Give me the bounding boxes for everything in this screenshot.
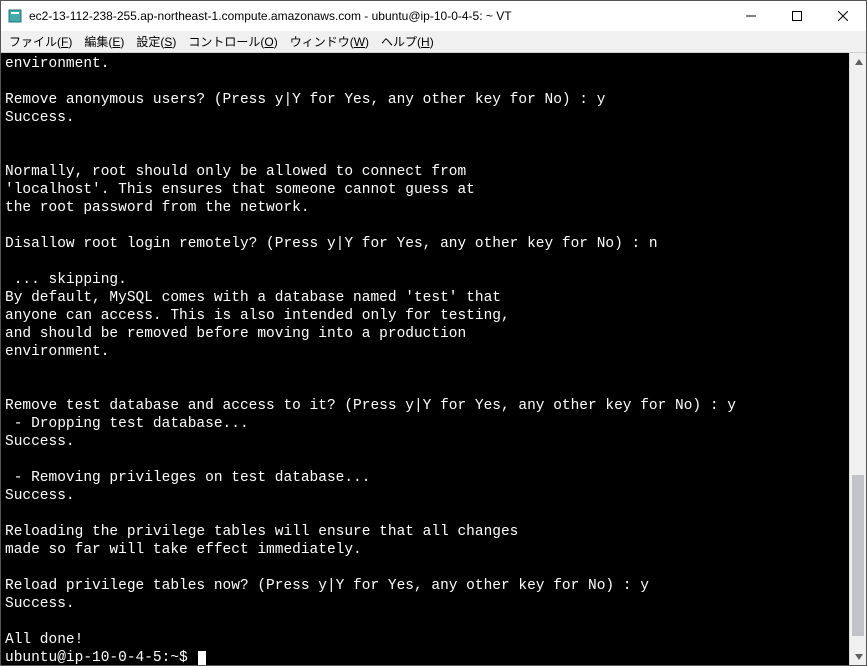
menu-window[interactable]: ウィンドウ(W) [284, 31, 375, 52]
scroll-up-button[interactable] [850, 53, 867, 70]
shell-prompt: ubuntu@ip-10-0-4-5:~$ [5, 650, 196, 665]
app-icon [7, 8, 23, 24]
menu-help[interactable]: ヘルプ(H) [375, 31, 440, 52]
terminal-output: environment. Remove anonymous users? (Pr… [5, 56, 736, 648]
menu-file[interactable]: ファイル(F) [3, 31, 78, 52]
terminal-container: environment. Remove anonymous users? (Pr… [1, 53, 866, 665]
menu-bar: ファイル(F) 編集(E) 設定(S) コントロール(O) ウィンドウ(W) ヘ… [1, 31, 866, 53]
terminal-cursor [198, 651, 206, 665]
close-button[interactable] [820, 1, 866, 31]
window-title: ec2-13-112-238-255.ap-northeast-1.comput… [29, 9, 728, 23]
menu-control[interactable]: コントロール(O) [182, 31, 283, 52]
scroll-track[interactable] [850, 70, 866, 648]
menu-edit[interactable]: 編集(E) [78, 31, 130, 52]
scroll-down-button[interactable] [850, 648, 867, 665]
window-titlebar: ec2-13-112-238-255.ap-northeast-1.comput… [1, 1, 866, 31]
vertical-scrollbar[interactable] [849, 53, 866, 665]
window-controls [728, 1, 866, 31]
terminal[interactable]: environment. Remove anonymous users? (Pr… [1, 53, 849, 665]
scroll-thumb[interactable] [852, 475, 864, 637]
menu-setup[interactable]: 設定(S) [130, 31, 182, 52]
maximize-button[interactable] [774, 1, 820, 31]
minimize-button[interactable] [728, 1, 774, 31]
